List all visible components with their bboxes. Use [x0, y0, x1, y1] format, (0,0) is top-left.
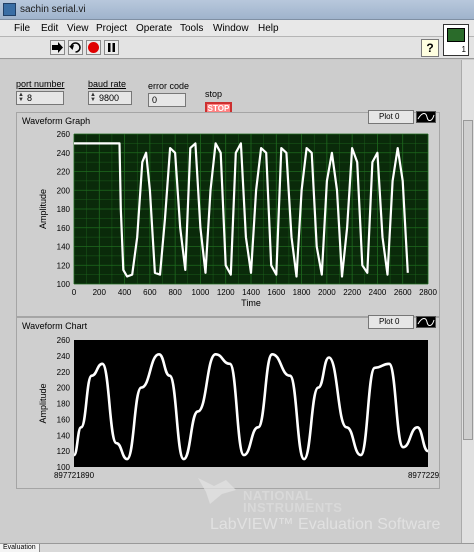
pause-button[interactable]	[104, 40, 119, 55]
pause-icon	[108, 43, 115, 52]
chart-legend-text: Plot 0	[379, 317, 400, 326]
chart-plot-legend[interactable]: Plot 0	[368, 315, 414, 329]
graph-legend-text: Plot 0	[379, 112, 400, 121]
increment-arrows-icon[interactable]: ▲ ▼	[18, 92, 25, 103]
national-instruments-eagle-logo	[198, 478, 236, 504]
menu-project[interactable]: Project	[96, 23, 127, 34]
waveform-graph-label: Waveform Graph	[22, 116, 91, 126]
graph-x-axis-label: Time	[241, 298, 261, 308]
scrollbar-thumb[interactable]	[463, 120, 473, 440]
graph-x-tick-label: 1600	[267, 288, 285, 297]
watermark-evaluation: LabVIEW™ Evaluation Software	[210, 516, 441, 533]
waveform-chart-plot[interactable]: 100120140160180200220240260897721890 8977…	[16, 334, 440, 486]
chart-y-tick-label: 260	[57, 336, 71, 345]
increment-arrows-icon[interactable]: ▲ ▼	[90, 92, 97, 103]
context-help-button[interactable]: ?	[421, 39, 439, 57]
run-arrow-icon	[52, 42, 63, 53]
stop-label: stop	[205, 89, 223, 99]
graph-plot-legend[interactable]: Plot 0	[368, 110, 414, 124]
chart-y-axis-label: Amplitude	[38, 383, 48, 423]
title-bar: sachin serial.vi	[0, 0, 474, 20]
labview-app-icon	[3, 3, 16, 16]
vi-icon-number: 1	[461, 45, 466, 54]
graph-x-tick-label: 2800	[419, 288, 437, 297]
graph-y-tick-label: 260	[57, 130, 71, 139]
port-number-label: port number	[16, 79, 65, 89]
plot-line-swatch-icon[interactable]	[416, 111, 436, 123]
error-code-label: error code	[148, 81, 190, 91]
chart-y-tick-label: 140	[57, 431, 71, 440]
graph-x-tick-label: 200	[93, 288, 107, 297]
run-continuously-icon	[69, 42, 81, 53]
chart-y-tick-label: 160	[57, 415, 71, 424]
port-number-value: 8	[27, 93, 33, 103]
graph-y-tick-label: 180	[57, 205, 71, 214]
graph-x-tick-label: 800	[168, 288, 182, 297]
graph-x-tick-label: 400	[118, 288, 132, 297]
vi-screen-icon	[447, 28, 465, 42]
graph-x-tick-label: 2200	[343, 288, 361, 297]
graph-x-tick-label: 600	[143, 288, 157, 297]
error-code-indicator: 0	[148, 93, 186, 107]
graph-x-tick-label: 1800	[293, 288, 311, 297]
graph-y-axis-label: Amplitude	[38, 189, 48, 229]
chart-y-tick-label: 200	[57, 384, 71, 393]
error-code-value: 0	[152, 95, 158, 105]
graph-x-tick-label: 0	[72, 288, 77, 297]
window-title: sachin serial.vi	[20, 4, 86, 15]
graph-x-tick-label: 1400	[242, 288, 260, 297]
port-number-field[interactable]: ▲ ▼ 8	[16, 91, 64, 105]
plot-line-swatch-icon[interactable]	[416, 316, 436, 328]
abort-button[interactable]	[86, 40, 101, 55]
vertical-scrollbar[interactable]	[461, 60, 474, 543]
graph-y-tick-label: 120	[57, 261, 71, 270]
evaluation-tab[interactable]: Evaluation	[0, 544, 40, 552]
menu-edit[interactable]: Edit	[41, 23, 58, 34]
toolbar	[0, 37, 474, 59]
chart-y-tick-label: 240	[57, 352, 71, 361]
chart-y-tick-label: 120	[57, 447, 71, 456]
graph-x-tick-label: 2600	[394, 288, 412, 297]
waveform-graph-plot[interactable]: 1001201401601802002202402600 200 400 600 800…	[16, 128, 440, 314]
baud-rate-field[interactable]: ▲ ▼ 9800	[88, 91, 132, 105]
graph-y-tick-label: 100	[57, 280, 71, 289]
vi-connector-icon[interactable]: 1	[443, 24, 469, 56]
abort-stop-icon	[88, 42, 99, 53]
graph-y-tick-label: 140	[57, 243, 71, 252]
menu-tools[interactable]: Tools	[180, 23, 203, 34]
chart-y-tick-label: 180	[57, 400, 71, 409]
watermark-instruments: INSTRUMENTS	[243, 500, 343, 515]
status-bar: Evaluation	[0, 543, 474, 552]
graph-x-tick-label: 2000	[318, 288, 336, 297]
waveform-chart-label: Waveform Chart	[22, 321, 88, 331]
baud-rate-label: baud rate	[88, 79, 127, 89]
menu-view[interactable]: View	[67, 23, 89, 34]
graph-x-tick-label: 2400	[369, 288, 387, 297]
chart-y-tick-label: 220	[57, 368, 71, 377]
chart-plot-area	[74, 340, 428, 467]
graph-x-tick-label: 1200	[217, 288, 235, 297]
menu-help[interactable]: Help	[258, 23, 279, 34]
graph-y-tick-label: 220	[57, 168, 71, 177]
menu-window[interactable]: Window	[213, 23, 249, 34]
chart-x-start-label: 897721890	[54, 471, 95, 480]
menu-bar: File Edit View Project Operate Tools Win…	[0, 20, 474, 37]
run-continuously-button[interactable]	[68, 40, 83, 55]
menu-operate[interactable]: Operate	[136, 23, 172, 34]
menu-file[interactable]: File	[14, 23, 30, 34]
graph-y-tick-label: 160	[57, 224, 71, 233]
baud-rate-value: 9800	[99, 93, 120, 103]
graph-y-tick-label: 240	[57, 149, 71, 158]
chart-x-end-label: 897722913	[408, 471, 440, 480]
run-button[interactable]	[50, 40, 65, 55]
graph-x-tick-label: 1000	[192, 288, 210, 297]
graph-y-tick-label: 200	[57, 186, 71, 195]
